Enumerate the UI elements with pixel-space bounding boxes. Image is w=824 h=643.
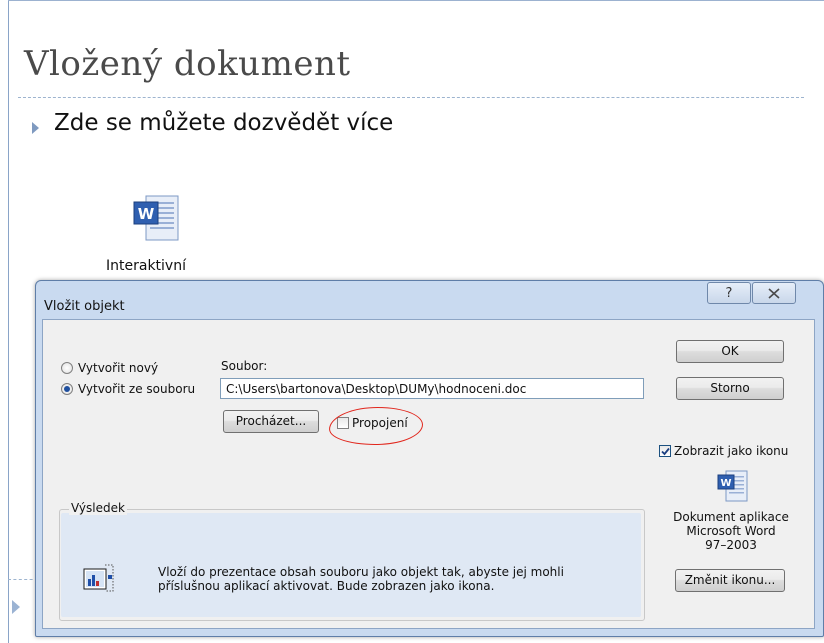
checkbox[interactable]	[659, 445, 671, 457]
browse-button[interactable]: Procházet...	[223, 410, 319, 433]
close-button[interactable]	[752, 282, 796, 304]
word-document-icon: W	[717, 470, 749, 504]
svg-text:W: W	[138, 205, 155, 223]
word-document-icon[interactable]: W	[132, 194, 182, 246]
icon-caption-line: Microsoft Word	[686, 524, 776, 538]
create-new-label: Vytvořit nový	[78, 361, 159, 375]
dialog-titlebar[interactable]: Vložit objekt ?	[36, 281, 823, 319]
ok-button[interactable]: OK	[676, 340, 784, 363]
result-legend: Výsledek	[69, 501, 127, 515]
insert-object-dialog: Vložit objekt ? Vytvořit nový Vytvořit z…	[35, 280, 824, 637]
slide-title: Vložený dokument	[24, 44, 351, 84]
result-description: Vloží do prezentace obsah souboru jako o…	[158, 565, 564, 593]
embedded-object-label: Interaktivní	[106, 258, 186, 274]
dialog-title: Vložit objekt	[44, 299, 125, 314]
svg-text:W: W	[720, 478, 731, 489]
file-label: Soubor:	[221, 359, 268, 373]
show-as-icon-label: Zobrazit jako ikonu	[674, 444, 789, 458]
icon-caption-line: 97–2003	[705, 538, 757, 552]
help-button[interactable]: ?	[707, 282, 751, 304]
title-divider	[18, 97, 804, 98]
red-highlight-circle	[328, 405, 424, 447]
create-from-file-label: Vytvořit ze souboru	[78, 382, 196, 396]
slide-top-border	[8, 0, 824, 1]
checkmark-icon	[661, 447, 670, 456]
close-icon	[768, 288, 780, 299]
result-preview-icon	[83, 561, 115, 595]
cancel-button[interactable]: Storno	[676, 377, 784, 400]
show-as-icon-checkbox[interactable]: Zobrazit jako ikonu	[659, 444, 788, 458]
bullet-arrow-icon	[12, 600, 20, 614]
bullet-arrow-icon	[32, 122, 39, 134]
slide-divider-bottom	[8, 579, 38, 580]
slide-bullet-text: Zde se můžete dozvědět více	[54, 110, 394, 136]
dialog-body: Vytvořit nový Vytvořit ze souboru Soubor…	[42, 319, 815, 629]
icon-caption-line: Dokument aplikace	[673, 510, 789, 524]
radio-button[interactable]	[61, 383, 73, 395]
icon-caption: Dokument aplikace Microsoft Word 97–2003	[659, 510, 803, 552]
radio-button[interactable]	[61, 362, 73, 374]
help-icon: ?	[725, 286, 733, 301]
change-icon-button[interactable]: Změnit ikonu...	[675, 569, 785, 592]
file-path-input[interactable]	[220, 378, 644, 399]
create-new-radio[interactable]: Vytvořit nový	[61, 360, 158, 376]
create-from-file-radio[interactable]: Vytvořit ze souboru	[61, 381, 195, 397]
